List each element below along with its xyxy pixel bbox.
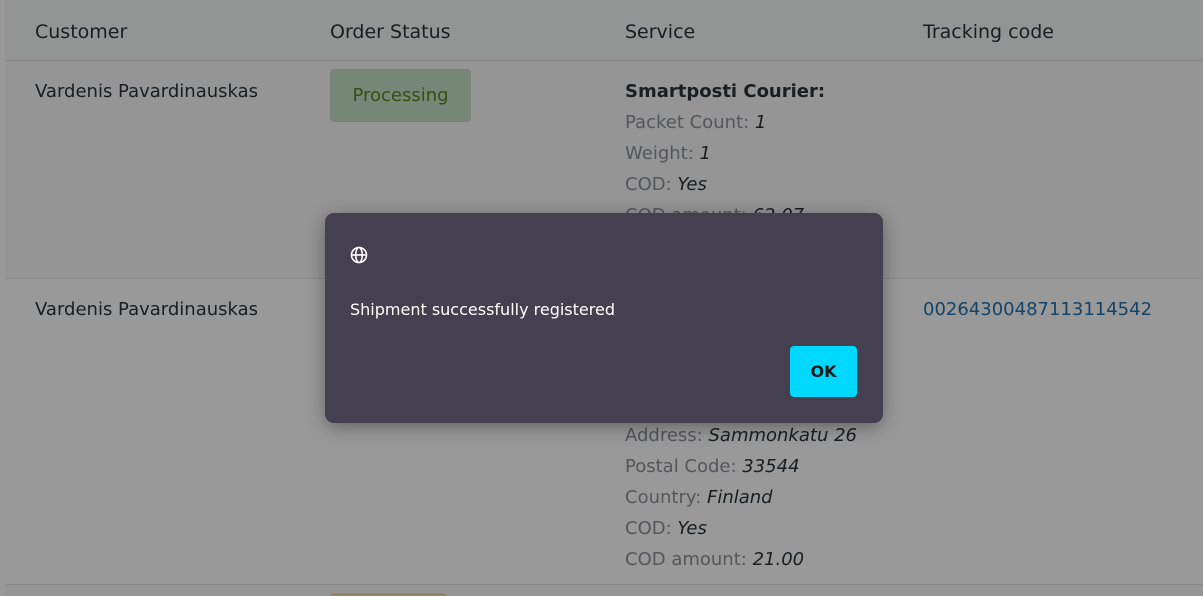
ok-button[interactable]: OK — [790, 346, 857, 397]
orders-page: Customer Order Status Service Tracking c… — [0, 0, 1203, 596]
globe-icon — [350, 246, 368, 264]
alert-dialog: Shipment successfully registered OK — [325, 213, 883, 423]
dialog-message: Shipment successfully registered — [350, 300, 615, 319]
